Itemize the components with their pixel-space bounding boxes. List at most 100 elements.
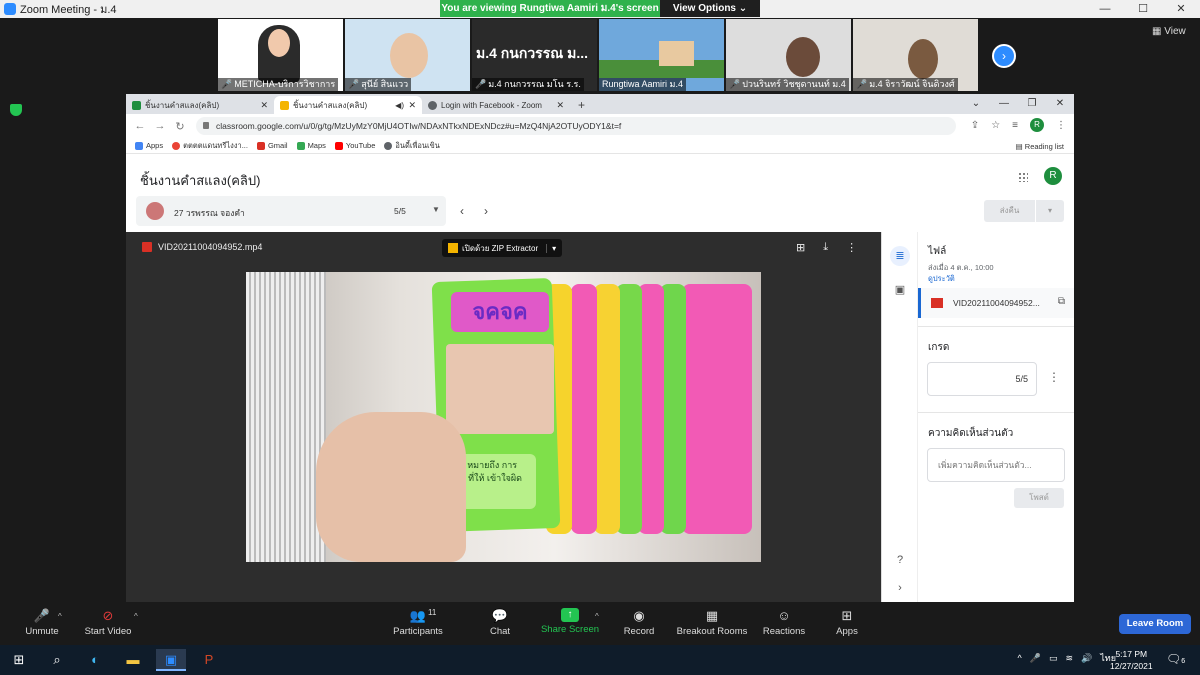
chevron-right-icon[interactable]: › [890,578,910,598]
search-icon[interactable]: ⌕ [42,649,72,671]
chevron-up-icon[interactable]: ^ [58,612,62,621]
participant-tile[interactable]: 🎤 สุนีย์ สินแวว [345,19,470,91]
volume-icon[interactable]: 🔊 [1081,653,1092,664]
participant-tile[interactable]: ม.4 กนกวรรณ ม... 🎤 ม.4 กนกวรรณ มโน ร.ร. [472,19,597,91]
view-options-button[interactable]: View Options ⌄ [660,0,760,17]
bookmark-gmail[interactable]: Gmail [256,141,288,150]
menu-icon[interactable]: ⋮ [1056,120,1066,131]
view-button[interactable]: ▦ View [1152,26,1186,37]
url-text: classroom.google.com/u/0/g/tg/MzUyMzY0Mj… [216,121,622,131]
download-icon[interactable]: ⤓ [823,241,828,254]
apps-grid-icon[interactable] [1018,172,1028,182]
back-icon[interactable]: ← [130,120,150,132]
start-video-button[interactable]: ⊘ Start Video ^ [66,608,150,644]
bookmark-item[interactable]: อินดี้เพื่อนเขิน [384,140,440,152]
previous-student-icon[interactable]: ‹ [460,204,464,218]
profile-avatar[interactable]: R [1030,118,1044,132]
speaker-icon[interactable]: ◀) [395,101,404,110]
private-comment-input[interactable]: เพิ่มความคิดเห็นส่วนตัว... [927,448,1065,482]
files-heading: ไฟล์ [928,246,947,257]
attached-file[interactable]: VID20211004094952... ⧉ [918,288,1074,318]
file-explorer-icon[interactable]: ▬ [118,649,148,671]
restore-icon[interactable]: ❐ [1018,94,1046,114]
account-avatar[interactable]: R [1044,167,1062,185]
url-input[interactable]: classroom.google.com/u/0/g/tg/MzUyMzY0Mj… [196,117,956,135]
close-icon[interactable]: ✕ [1046,94,1074,114]
reading-list-button[interactable]: ▤ Reading list [1016,142,1064,151]
minimize-icon[interactable]: — [990,94,1018,114]
share-icon[interactable]: ⇪ [971,120,979,131]
star-icon[interactable]: ☆ [991,120,1000,131]
apps-button[interactable]: ⊞ Apps [805,608,889,644]
student-grade: 5/5 [394,206,406,216]
bookmark-maps[interactable]: Maps [296,141,326,150]
next-participants-button[interactable]: › [992,44,1016,68]
bookmark-apps[interactable]: Apps [135,141,163,150]
participants-button[interactable]: 👥 11 Participants [376,608,460,644]
open-external-icon[interactable]: ⧉ [1058,296,1065,307]
bookmark-label: Gmail [267,141,288,150]
participant-name-text: Rungtiwa Aamiri ม.4 [602,79,683,89]
bookmark-label: อินดี้เพื่อนเขิน [395,140,440,150]
close-tab-icon[interactable]: ✕ [260,100,268,111]
system-clock[interactable]: 5:17 PM 12/27/2021 [1110,648,1153,672]
leave-room-button[interactable]: Leave Room [1119,614,1191,634]
viewing-banner: You are viewing Rungtiwa Aamiri ม.4's sc… [440,0,760,17]
participant-tile[interactable]: 🎤 METICHA-บริการวิชาการ [218,19,343,91]
battery-icon[interactable]: ▭ [1049,653,1058,664]
video-file-icon [931,298,943,308]
participant-tile[interactable]: 🎤 ม.4 จิราวัฒน์ จินดิวงศ์ [853,19,978,91]
bookmark-youtube[interactable]: YouTube [334,141,376,150]
side-panel-content: ไฟล์ ส่งเมื่อ 4 ต.ค., 10:00 ดูประวัติ VI… [918,232,1074,602]
add-comment-icon[interactable]: ⊞ [796,241,805,254]
participant-tile[interactable]: 🎤 ปวนรินทร์ วิชชุดานนท์ ม.4 [726,19,851,91]
side-panel-rail: ≣ ▣ ? › [882,232,918,602]
bookmark-item[interactable]: ตตตตแดนทรีไงงา... [172,140,248,152]
minimize-icon[interactable]: — [1086,0,1124,18]
open-with-button[interactable]: เปิดด้วย ZIP Extractor ▾ [442,239,563,257]
new-tab-button[interactable]: + [570,96,593,114]
participant-video-building [659,41,694,66]
start-video-label: Start Video [84,626,132,637]
next-student-icon[interactable]: › [484,204,488,218]
network-icon[interactable]: ≋ [1066,653,1074,664]
reading-list-icon[interactable]: ≡ [1012,120,1018,131]
browser-tab[interactable]: ชิ้นงานคำสแลง(คลิป) ✕ [126,96,274,114]
forward-icon[interactable]: → [150,120,170,132]
post-button[interactable]: โพสต์ [1014,488,1064,508]
chevron-up-icon[interactable]: ^ [134,612,138,621]
help-icon[interactable]: ? [890,550,910,570]
files-panel-icon[interactable]: ≣ [890,246,910,266]
record-button[interactable]: ◉ Record [597,608,681,644]
grade-input[interactable]: 5/5 [927,362,1037,396]
more-options-icon[interactable]: ⋮ [1048,370,1060,384]
chevron-down-icon[interactable]: ▾ [546,243,556,253]
reload-icon[interactable]: ↻ [170,120,190,133]
notification-icon[interactable]: 🗨6 [1166,652,1185,666]
close-icon[interactable]: ✕ [1162,0,1200,18]
return-button[interactable]: ส่งคืน ▾ [984,200,1064,222]
browser-tab-active[interactable]: ชิ้นงานคำสแลง(คลิป) ◀) ✕ [274,96,422,114]
chevron-up-icon[interactable]: ^ [1018,653,1022,663]
edge-icon[interactable]: ◐ [80,649,110,671]
participant-tile[interactable]: Rungtiwa Aamiri ม.4 [599,19,724,91]
more-options-icon[interactable]: ⋮ [846,241,857,254]
zoom-taskbar-icon[interactable]: ▣ [156,649,186,671]
student-selector[interactable]: 27 วรพรรณ จองคำ 5/5 ▼ [136,196,446,226]
mic-icon[interactable]: 🎤 [1030,653,1041,664]
browser-tab[interactable]: Login with Facebook - Zoom ✕ [422,96,570,114]
youtube-icon [334,141,343,150]
windows-start-icon[interactable]: ⊞ [4,649,34,671]
tab-search-icon[interactable]: ⌄ [962,94,990,114]
chevron-down-icon[interactable]: ▾ [1036,200,1064,222]
history-link[interactable]: ดูประวัติ [928,273,955,285]
divider [918,326,1074,327]
rubric-icon[interactable]: ▣ [890,280,910,300]
bookmark-label: YouTube [345,141,376,150]
close-tab-icon[interactable]: ✕ [556,100,564,111]
powerpoint-icon[interactable]: P [194,649,224,671]
close-tab-icon[interactable]: ✕ [408,100,416,111]
zoom-meeting-window: Zoom Meeting - ม.4 — ☐ ✕ You are viewing… [0,0,1200,675]
video-player[interactable]: จคจค จงคา หมายถึง การโกหก ที่ให้ เข้าใจผ… [246,272,761,562]
maximize-icon[interactable]: ☐ [1124,0,1162,18]
